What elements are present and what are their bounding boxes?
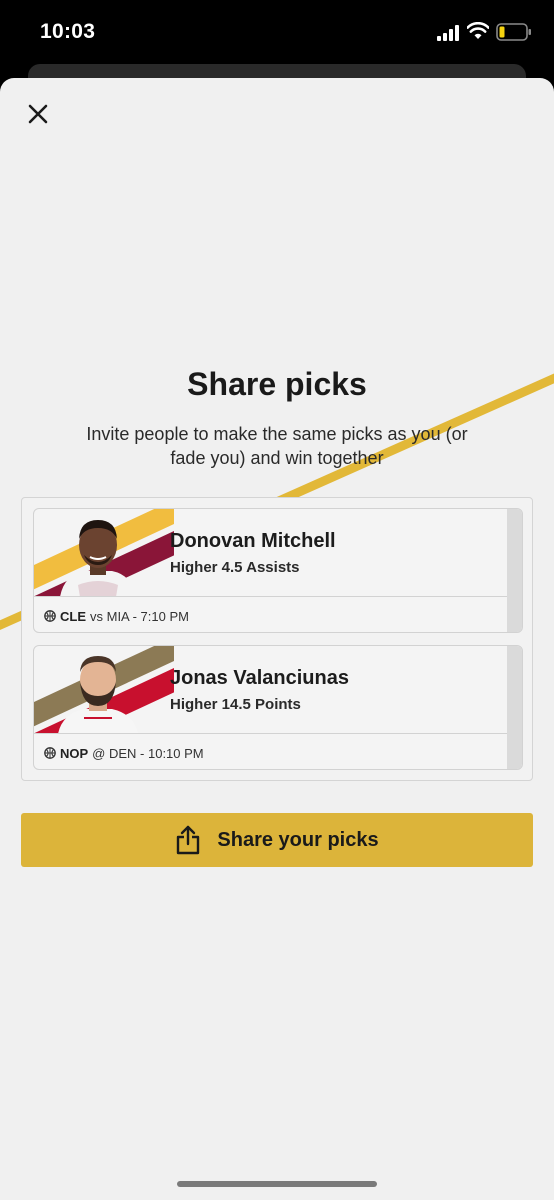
share-icon [177,825,200,855]
player-name: Donovan Mitchell [170,530,336,552]
share-button-label: Share your picks [217,828,379,851]
card-divider [34,596,509,597]
card-scrollbar [507,509,522,632]
wifi-icon [467,22,489,39]
pick-line: Higher 4.5 Assists [170,559,300,576]
game-info: CLE vs MIA - 7:10 PM [44,607,189,625]
page-subtitle: Invite people to make the same picks as … [86,424,468,468]
page-title: Share picks [187,366,367,402]
share-picks-button[interactable]: Share your picks [21,813,533,867]
game-matchup: vs MIA - 7:10 PM [90,608,189,624]
status-bar: 10:03 [0,0,554,66]
game-matchup: @ DEN - 10:10 PM [92,745,204,761]
card-scrollbar [507,646,522,769]
player-headshot [60,520,136,596]
basketball-icon [44,747,56,759]
pick-card: Donovan Mitchell Higher 4.5 Assists CLE … [33,508,523,633]
game-info: NOP @ DEN - 10:10 PM [44,744,204,762]
basketball-icon [44,610,56,622]
team-abbreviation: CLE [60,608,86,624]
team-color-art [34,509,174,596]
team-abbreviation: NOP [60,745,89,761]
signal-icon [437,25,459,41]
status-time: 10:03 [40,20,96,43]
card-divider [34,733,509,734]
close-icon[interactable] [24,100,52,128]
share-picks-sheet: Share picks Invite people to make the sa… [0,78,554,1200]
player-headshot [58,656,138,733]
team-color-art [34,646,174,733]
battery-icon [496,23,531,41]
home-indicator [177,1181,377,1187]
pick-card: Jonas Valanciunas Higher 14.5 Points NOP… [33,645,523,770]
pick-line: Higher 14.5 Points [170,696,301,713]
picks-panel: Donovan Mitchell Higher 4.5 Assists CLE … [21,497,533,781]
player-name: Jonas Valanciunas [170,667,349,689]
